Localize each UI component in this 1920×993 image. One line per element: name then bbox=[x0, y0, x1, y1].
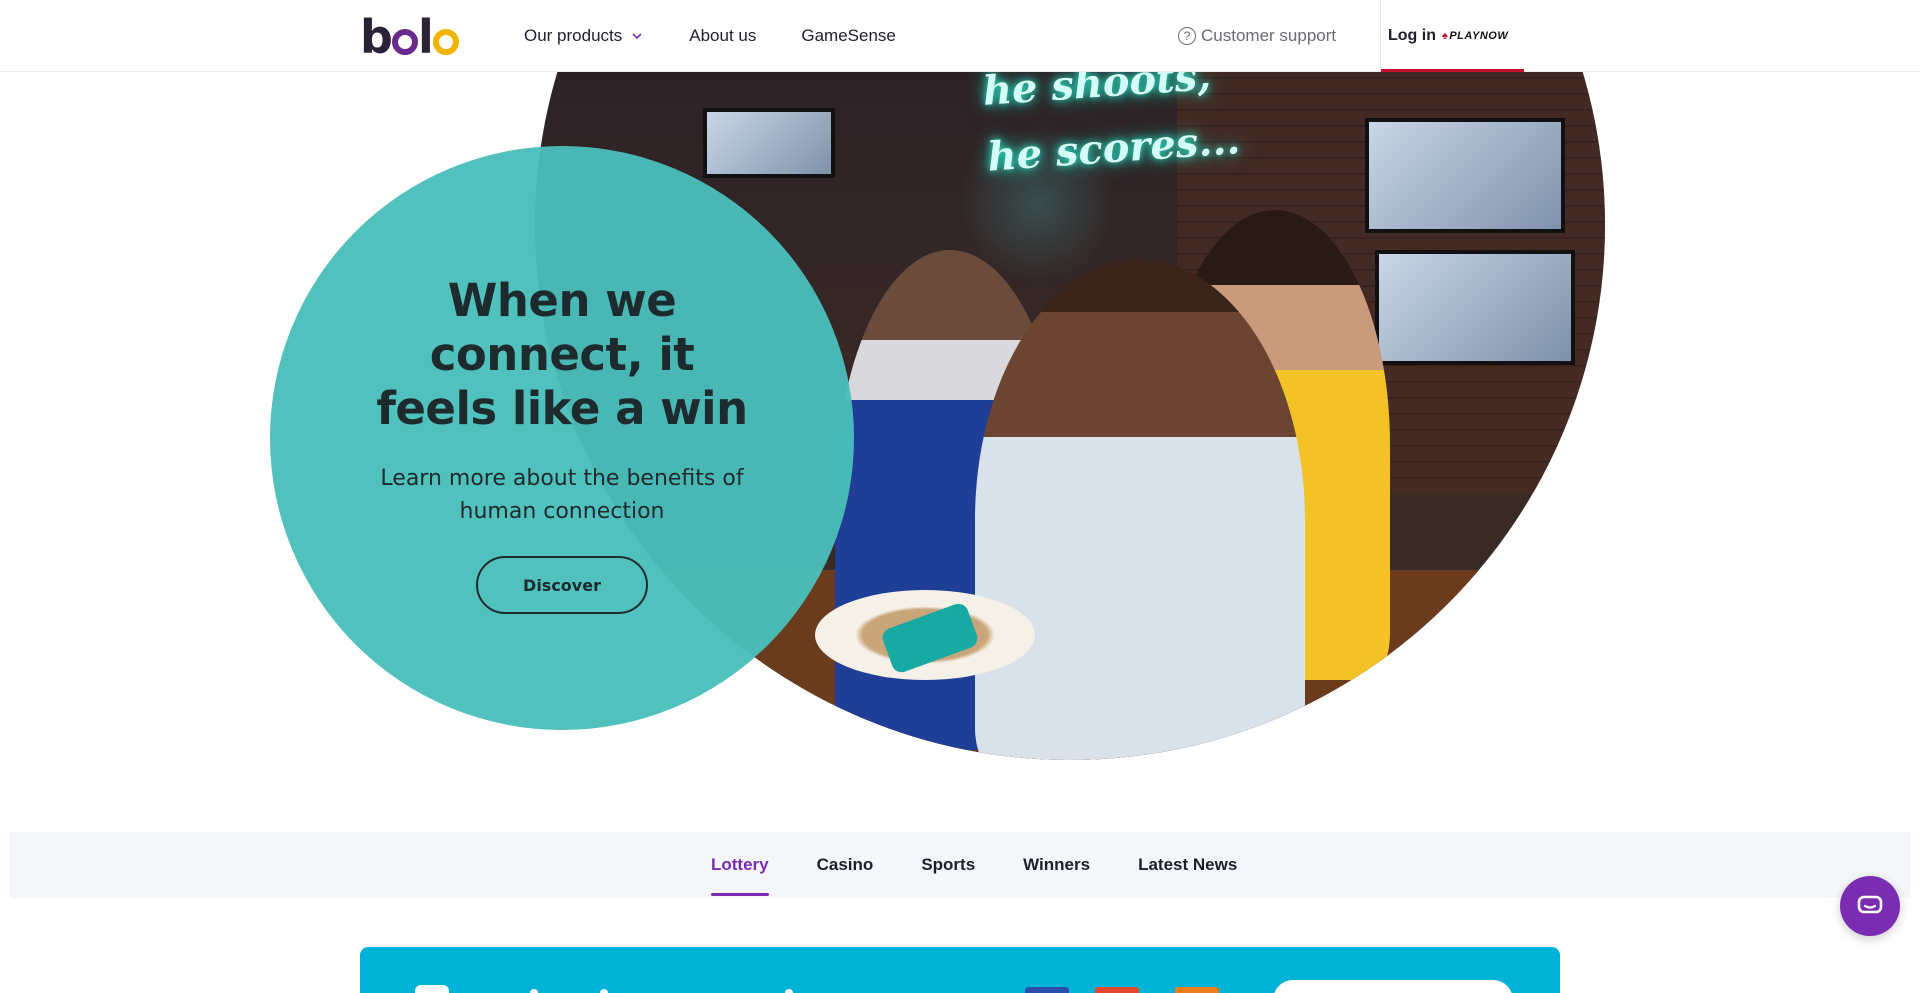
nav-gamesense[interactable]: GameSense bbox=[801, 26, 896, 46]
banner-dot bbox=[785, 989, 793, 993]
banner-dot bbox=[530, 989, 538, 993]
tab-latest-news[interactable]: Latest News bbox=[1138, 832, 1237, 898]
banner-button[interactable] bbox=[1273, 980, 1513, 993]
logo-ring-purple bbox=[391, 29, 418, 55]
logo-letter-l: l bbox=[417, 10, 434, 64]
tv-screen bbox=[703, 108, 835, 178]
tv-screen bbox=[1375, 250, 1575, 365]
playnow-login-button[interactable]: Log in ♠ PLAYNOW bbox=[1380, 0, 1524, 72]
category-tabs: Lottery Casino Sports Winners Latest New… bbox=[711, 832, 1285, 898]
chat-icon bbox=[1857, 895, 1883, 914]
banner-card bbox=[1095, 987, 1139, 993]
customer-support-link[interactable]: ? Customer support bbox=[1178, 0, 1336, 72]
spade-icon: ♠ bbox=[1441, 30, 1449, 42]
hero-teal-circle: When we connect, it feels like a win Lea… bbox=[270, 146, 854, 730]
logo-ring-yellow bbox=[432, 29, 459, 55]
promo-banner bbox=[360, 947, 1560, 993]
nav-gamesense-label: GameSense bbox=[801, 26, 896, 45]
nav-our-products[interactable]: Our products bbox=[524, 26, 644, 46]
nav-our-products-label: Our products bbox=[524, 26, 623, 45]
question-circle-icon: ? bbox=[1178, 27, 1196, 45]
hero-title: When we connect, it feels like a win bbox=[376, 274, 748, 435]
discover-button[interactable]: Discover bbox=[476, 556, 648, 614]
main-nav: Our products About us GameSense bbox=[524, 0, 941, 72]
chevron-down-icon bbox=[632, 33, 642, 40]
nav-about-us[interactable]: About us bbox=[689, 26, 756, 46]
login-label: Log in bbox=[1388, 27, 1436, 44]
tab-casino[interactable]: Casino bbox=[817, 832, 874, 898]
tv-screen bbox=[1365, 118, 1565, 233]
customer-support-label: Customer support bbox=[1201, 26, 1337, 45]
site-header: b l Our products About us GameSense ? Cu… bbox=[0, 0, 1920, 72]
playnow-logo-text: PLAYNOW bbox=[1449, 30, 1509, 42]
banner-icon bbox=[415, 985, 449, 993]
nav-about-us-label: About us bbox=[689, 26, 757, 45]
bclc-logo[interactable]: b l bbox=[360, 10, 459, 64]
login-underline bbox=[1381, 69, 1524, 72]
banner-card bbox=[1175, 987, 1219, 993]
chat-button[interactable] bbox=[1840, 876, 1900, 936]
tab-lottery[interactable]: Lottery bbox=[711, 832, 769, 898]
tab-sports[interactable]: Sports bbox=[921, 832, 975, 898]
category-tabbar: Lottery Casino Sports Winners Latest New… bbox=[10, 832, 1910, 898]
playnow-logo: ♠ PLAYNOW bbox=[1442, 30, 1508, 42]
logo-letter-b: b bbox=[360, 10, 393, 64]
person-center bbox=[975, 260, 1305, 760]
banner-card bbox=[1025, 987, 1069, 993]
tab-winners[interactable]: Winners bbox=[1023, 832, 1090, 898]
banner-dot bbox=[600, 989, 608, 993]
hero-subtitle: Learn more about the benefits of human c… bbox=[380, 466, 744, 524]
